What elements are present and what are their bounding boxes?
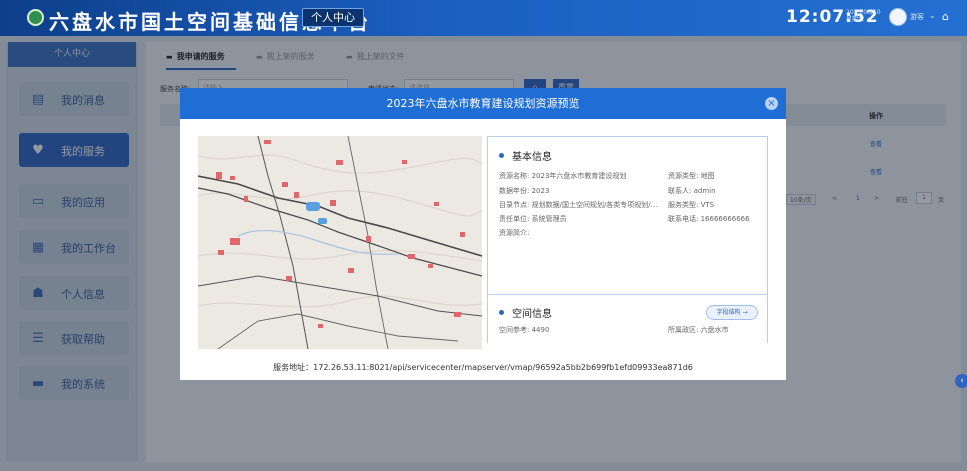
- collapse-handle-icon[interactable]: ‹: [955, 374, 967, 388]
- resource-type-row: 资源类型: 地图: [668, 171, 715, 181]
- user-avatar-icon[interactable]: [889, 8, 907, 26]
- bullet-icon: [499, 310, 504, 315]
- value: 4490: [531, 326, 550, 334]
- label: 资源名称:: [499, 172, 530, 180]
- label: 联系电话:: [668, 215, 699, 223]
- resource-preview-modal: 2023年六盘水市教育建设规划资源预览 × 基本信息 资源名称: 2023年六盘…: [180, 88, 786, 380]
- label: 服务类型:: [668, 201, 699, 209]
- resource-name-row: 资源名称: 2023年六盘水市教育建设规划: [499, 171, 626, 181]
- basic-info-title: 基本信息: [512, 152, 552, 163]
- catalog-row: 目录节点: 规划数据/国土空间规划/各类专项规划/...: [499, 200, 657, 210]
- chevron-down-icon[interactable]: ⌄: [929, 11, 936, 20]
- spatial-info-panel: 空间信息 字段结构 → 空间参考: 4490 所属政区: 六盘水市: [487, 294, 768, 343]
- map-canvas: [198, 136, 482, 349]
- label: 所属政区:: [668, 326, 699, 334]
- value: 2023: [531, 187, 550, 195]
- modal-title: 2023年六盘水市教育建设规划资源预览: [386, 97, 580, 110]
- label: 责任单位:: [499, 215, 530, 223]
- user-name[interactable]: 游客: [910, 12, 924, 22]
- date-display: 2023/06/10 星期六: [846, 9, 886, 23]
- data-year-row: 数据年份: 2023: [499, 186, 549, 196]
- label: 资源类型:: [668, 172, 699, 180]
- value: 规划数据/国土空间规划/各类专项规划/...: [531, 201, 658, 209]
- value: 2023年六盘水市教育建设规划: [531, 172, 627, 180]
- date-text: 2023/06/10: [846, 9, 881, 16]
- home-icon[interactable]: ⌂: [942, 10, 949, 23]
- service-address: 服务地址：172.26.53.11:8021/api/servicecenter…: [273, 363, 693, 372]
- bullet-icon: [499, 153, 504, 158]
- label: 数据年份:: [499, 187, 530, 195]
- value: 16666666666: [700, 215, 750, 223]
- label: 空间参考:: [499, 326, 530, 334]
- top-header: 六盘水市国土空间基础信息平台 个人中心 12:07:52 2023/06/10 …: [0, 0, 967, 36]
- contact-row: 联系人: admin: [668, 186, 716, 196]
- label: 目录节点:: [499, 201, 530, 209]
- value: 系统管理员: [531, 215, 567, 223]
- personal-center-tag[interactable]: 个人中心: [302, 8, 364, 27]
- emblem-logo: [27, 9, 44, 26]
- modal-header: 2023年六盘水市教育建设规划资源预览 ×: [180, 88, 786, 119]
- spatial-info-title: 空间信息: [512, 309, 552, 320]
- label: 联系人:: [668, 187, 692, 195]
- region-row: 所属政区: 六盘水市: [668, 325, 729, 335]
- spatial-ref-row: 空间参考: 4490: [499, 325, 549, 335]
- field-structure-button[interactable]: 字段结构 →: [706, 305, 758, 320]
- weekday-text: 星期六: [846, 16, 865, 23]
- value: VTS: [700, 201, 715, 209]
- intro-row: 资源简介:: [499, 228, 529, 238]
- value: 地图: [700, 172, 715, 180]
- unit-row: 责任单位: 系统管理员: [499, 214, 567, 224]
- close-icon[interactable]: ×: [765, 97, 778, 110]
- phone-row: 联系电话: 16666666666: [668, 214, 750, 224]
- value: 六盘水市: [700, 326, 729, 334]
- service-type-row: 服务类型: VTS: [668, 200, 714, 210]
- label: 资源简介:: [499, 229, 530, 237]
- map-preview[interactable]: [198, 136, 482, 349]
- value: admin: [693, 187, 716, 195]
